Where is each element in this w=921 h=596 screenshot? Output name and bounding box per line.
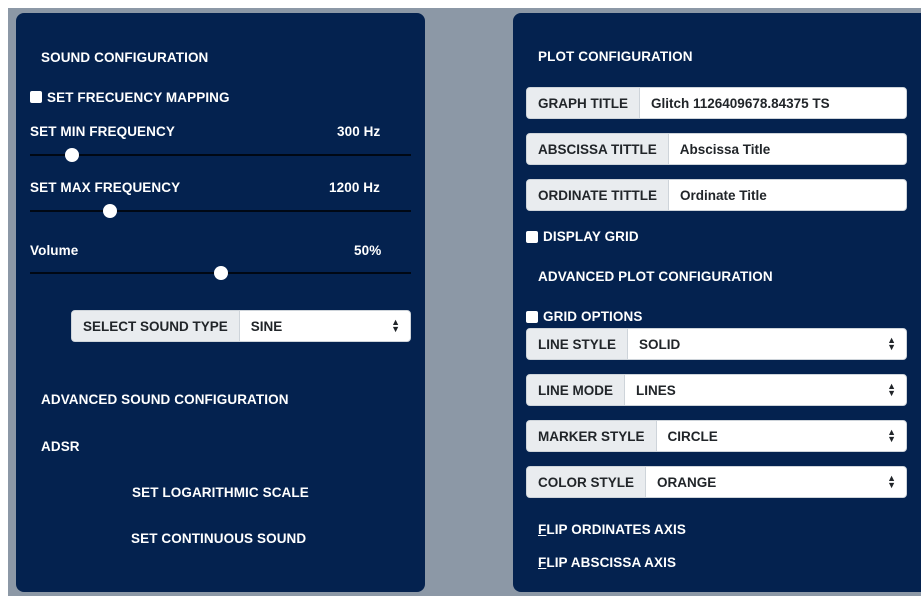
- sound-configuration-panel: SOUND CONFIGURATION SET FRECUENCY MAPPIN…: [16, 13, 425, 592]
- sound-type-select-group: SELECT SOUND TYPE SINE ▲ ▼: [71, 310, 411, 342]
- display-grid-checkbox[interactable]: [526, 231, 538, 243]
- sound-type-select[interactable]: SINE ▲ ▼: [239, 311, 410, 341]
- ordinate-title-label: ORDINATE TITTLE: [527, 180, 669, 210]
- abscissa-title-label: ABSCISSA TITTLE: [527, 134, 669, 164]
- plot-configuration-title: PLOT CONFIGURATION: [538, 49, 693, 64]
- up-down-chevron-icon: ▲ ▼: [391, 317, 400, 334]
- advanced-plot-configuration-title[interactable]: ADVANCED PLOT CONFIGURATION: [538, 269, 773, 284]
- graph-title-group: GRAPH TITLE Glitch 1126409678.84375 TS: [526, 87, 907, 119]
- min-frequency-label: SET MIN FREQUENCY: [30, 124, 175, 139]
- max-frequency-slider[interactable]: [30, 204, 411, 218]
- sound-type-label: SELECT SOUND TYPE: [72, 311, 240, 341]
- up-down-chevron-icon: ▲ ▼: [887, 473, 896, 490]
- abscissa-title-input[interactable]: Abscissa Title: [668, 134, 906, 164]
- plot-configuration-panel: PLOT CONFIGURATION GRAPH TITLE Glitch 11…: [513, 13, 921, 592]
- logarithmic-scale-button[interactable]: SET LOGARITHMIC SCALE: [132, 485, 309, 500]
- max-frequency-slider-thumb[interactable]: [103, 204, 117, 218]
- continuous-sound-button[interactable]: SET CONTINUOUS SOUND: [131, 531, 306, 546]
- min-frequency-value: 300 Hz: [337, 124, 381, 139]
- marker-style-selected: CIRCLE: [667, 428, 718, 444]
- flip-abscissa-axis-button[interactable]: FLIP ABSCISSA AXIS: [538, 555, 676, 570]
- marker-style-label: MARKER STYLE: [527, 421, 657, 451]
- line-style-group: LINE STYLE SOLID ▲ ▼: [526, 328, 907, 360]
- sound-configuration-title: SOUND CONFIGURATION: [41, 50, 209, 65]
- ordinate-title-input[interactable]: Ordinate Title: [669, 180, 906, 210]
- up-down-chevron-icon: ▲ ▼: [887, 381, 896, 398]
- ordinate-title-group: ORDINATE TITTLE Ordinate Title: [526, 179, 907, 211]
- frequency-mapping-label[interactable]: SET FRECUENCY MAPPING: [47, 90, 230, 105]
- flip-ordinates-axis-button[interactable]: FLIP ORDINATES AXIS: [538, 522, 686, 537]
- min-frequency-slider-thumb[interactable]: [64, 148, 79, 162]
- volume-value: 50%: [354, 243, 382, 258]
- graph-title-label: GRAPH TITLE: [527, 88, 640, 118]
- up-down-chevron-icon: ▲ ▼: [887, 335, 896, 352]
- grid-options-checkbox[interactable]: [526, 311, 538, 323]
- up-down-chevron-icon: ▲ ▼: [887, 427, 896, 444]
- color-style-select[interactable]: ORANGE ▲ ▼: [646, 467, 906, 497]
- grid-options-label[interactable]: GRID OPTIONS: [543, 309, 642, 324]
- color-style-group: COLOR STYLE ORANGE ▲ ▼: [526, 466, 907, 498]
- line-mode-select[interactable]: LINES ▲ ▼: [625, 375, 906, 405]
- line-mode-selected: LINES: [636, 382, 676, 398]
- line-mode-group: LINE MODE LINES ▲ ▼: [526, 374, 907, 406]
- volume-slider-thumb[interactable]: [213, 266, 228, 280]
- volume-label: Volume: [30, 243, 79, 258]
- color-style-label: COLOR STYLE: [527, 467, 647, 497]
- min-frequency-slider[interactable]: [30, 148, 411, 162]
- line-style-selected: SOLID: [639, 336, 681, 352]
- advanced-sound-configuration-title[interactable]: ADVANCED SOUND CONFIGURATION: [41, 392, 289, 407]
- max-frequency-value: 1200 Hz: [329, 180, 380, 195]
- volume-slider[interactable]: [30, 266, 411, 280]
- max-frequency-label: SET MAX FREQUENCY: [30, 180, 181, 195]
- adsr-button[interactable]: ADSR: [41, 439, 80, 454]
- marker-style-group: MARKER STYLE CIRCLE ▲ ▼: [526, 420, 907, 452]
- sound-type-selected: SINE: [250, 318, 283, 334]
- abscissa-title-group: ABSCISSA TITTLE Abscissa Title: [526, 133, 907, 165]
- display-grid-label[interactable]: DISPLAY GRID: [543, 229, 639, 244]
- line-style-label: LINE STYLE: [527, 329, 629, 359]
- marker-style-select[interactable]: CIRCLE ▲ ▼: [656, 421, 906, 451]
- line-style-select[interactable]: SOLID ▲ ▼: [628, 329, 906, 359]
- color-style-selected: ORANGE: [657, 474, 717, 490]
- line-mode-label: LINE MODE: [527, 375, 626, 405]
- frequency-mapping-checkbox[interactable]: [30, 91, 42, 103]
- graph-title-input[interactable]: Glitch 1126409678.84375 TS: [640, 88, 906, 118]
